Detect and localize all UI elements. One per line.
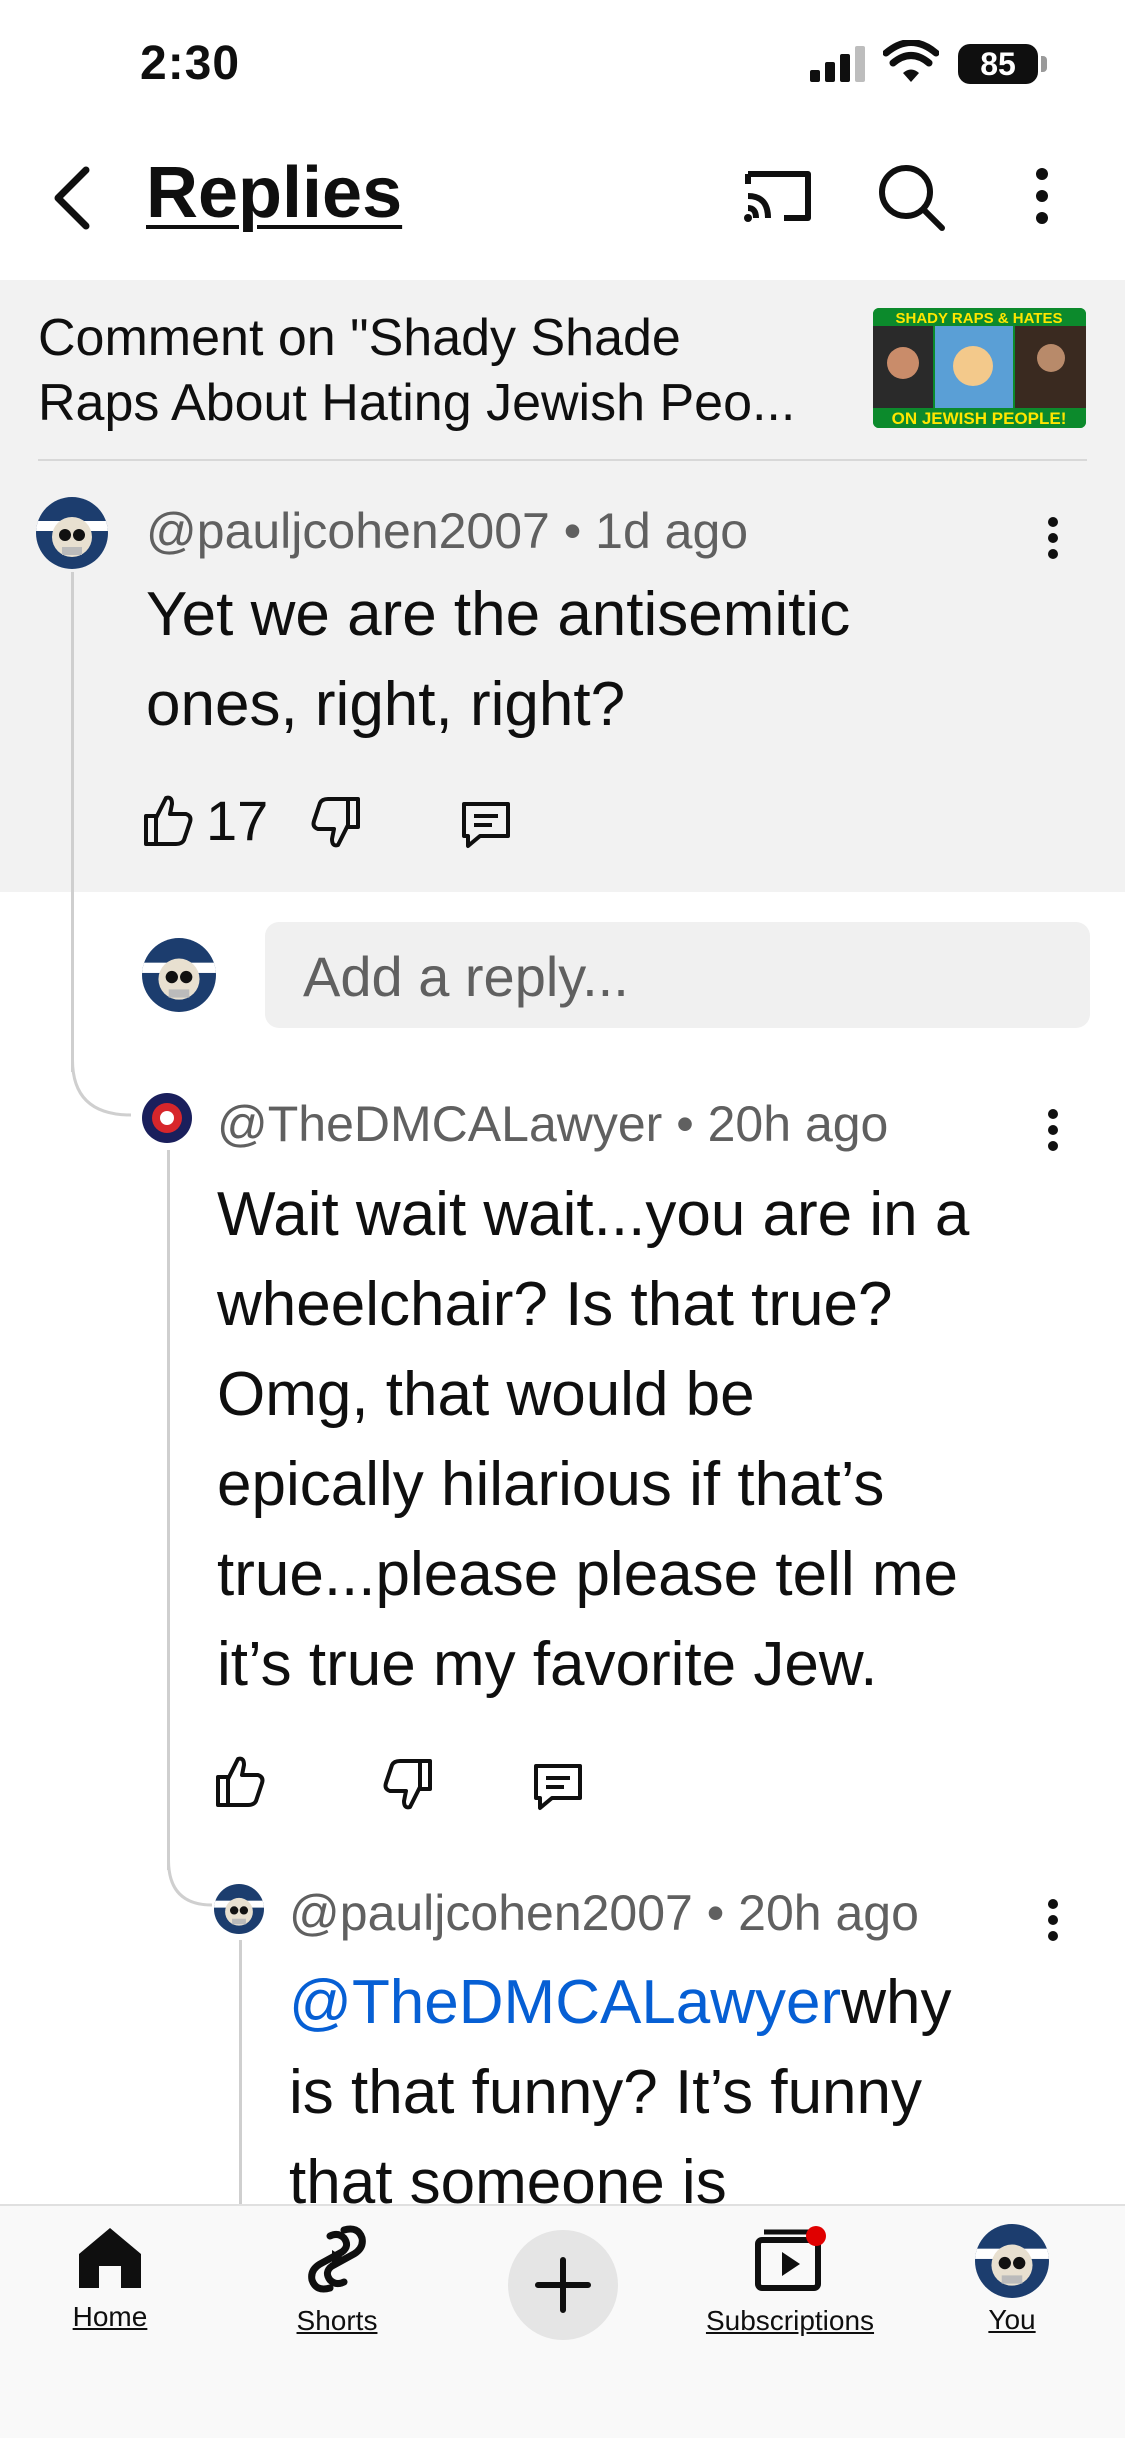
avatar[interactable]	[214, 1884, 264, 1934]
status-time: 2:30	[140, 37, 241, 90]
meta-separator: •	[676, 1096, 708, 1152]
thread-line	[239, 1940, 242, 2204]
comment-text: Yet we are the antisemitic ones, right, …	[146, 570, 1046, 750]
current-user-avatar[interactable]	[142, 938, 216, 1012]
page-title: Replies	[146, 153, 403, 233]
comment-text-fragment: why	[841, 1968, 952, 2037]
reply-icon[interactable]	[530, 1752, 586, 1822]
nav-shorts[interactable]: Shorts	[277, 2224, 397, 2337]
nav-label: Subscriptions	[705, 2305, 875, 2336]
add-reply-input[interactable]	[265, 922, 1085, 1030]
skull-avatar-icon	[142, 938, 216, 1012]
meta-separator: •	[706, 1885, 739, 1941]
like-count: 17	[206, 788, 269, 852]
add-reply-box[interactable]	[265, 922, 1090, 1030]
skull-avatar-icon	[975, 2224, 1049, 2298]
nav-label: You	[988, 2304, 1036, 2335]
comment-line: is that funny? It’s funny	[289, 2058, 923, 2127]
comment-line: epically hilarious if that’s	[217, 1450, 885, 1519]
comment-line: true...please please tell me	[217, 1540, 958, 1609]
battery-indicator: 85	[958, 44, 1038, 84]
parent-comment-section: Comment on "Shady Shade Raps About Hatin…	[0, 280, 1125, 892]
divider	[38, 459, 1087, 461]
meta-separator: •	[563, 503, 596, 559]
thread-line	[71, 572, 74, 1072]
avatar[interactable]	[142, 1093, 192, 1143]
mention-link[interactable]: @TheDMCALawyer	[289, 1968, 841, 2037]
create-icon	[535, 2257, 591, 2313]
back-icon[interactable]	[38, 158, 108, 238]
create-button[interactable]	[508, 2230, 618, 2340]
like-button[interactable]: 17	[142, 785, 268, 855]
more-vert-icon[interactable]	[1002, 156, 1082, 236]
you-avatar	[975, 2224, 1049, 2298]
battery-tip	[1041, 56, 1047, 72]
thumb-down-icon[interactable]	[382, 1750, 434, 1820]
status-bar: 2:30 85	[0, 0, 1125, 130]
thumbnail-text-top: SHADY RAPS & HATES	[896, 310, 1063, 327]
nav-label: Home	[72, 2301, 148, 2332]
skull-avatar-icon	[36, 497, 108, 569]
nav-you[interactable]: You	[962, 2224, 1062, 2336]
comment-meta: @pauljcohen2007 • 1d ago	[146, 502, 748, 560]
comment-line: wheelchair? Is that true?	[217, 1270, 893, 1339]
comment-text: @TheDMCALawyerwhy is that funny? It’s fu…	[289, 1958, 1109, 2228]
more-vert-icon[interactable]	[1038, 1100, 1068, 1160]
comment-time: 20h ago	[707, 1096, 889, 1152]
cast-icon[interactable]	[738, 156, 818, 236]
more-vert-icon[interactable]	[1038, 508, 1068, 568]
comment-meta: @TheDMCALawyer • 20h ago	[217, 1095, 888, 1153]
dmca-logo-avatar-icon	[142, 1093, 192, 1143]
thumb-up-icon	[144, 795, 193, 846]
thread-curve	[71, 1060, 132, 1117]
video-thumbnail[interactable]: SHADY RAPS & HATES ON JEWISH PEOPLE!	[873, 308, 1086, 428]
comment-line: Omg, that would be	[217, 1360, 755, 1429]
comment-author[interactable]: @TheDMCALawyer	[217, 1096, 662, 1152]
context-line-1: Comment on "Shady Shade	[38, 309, 681, 367]
more-vert-icon[interactable]	[1038, 1890, 1068, 1950]
subscriptions-icon	[755, 2226, 826, 2291]
home-icon	[79, 2228, 141, 2288]
nav-label: Shorts	[296, 2305, 378, 2336]
nav-subscriptions[interactable]: Subscriptions	[690, 2224, 890, 2337]
comment-line-1: Yet we are the antisemitic	[146, 580, 851, 649]
context-line-2: Raps About Hating Jewish Peo...	[38, 374, 796, 432]
comment-text: Wait wait wait...you are in a wheelchair…	[217, 1170, 1097, 1710]
comment-author[interactable]: @pauljcohen2007	[146, 503, 550, 559]
comment-time: 20h ago	[738, 1885, 919, 1941]
reply-icon[interactable]	[458, 790, 514, 860]
thumbnail-text-bottom: ON JEWISH PEOPLE!	[892, 409, 1067, 428]
shorts-icon	[308, 2225, 366, 2293]
comment-line-2: ones, right, right?	[146, 670, 626, 739]
comment-line: Wait wait wait...you are in a	[217, 1180, 970, 1249]
skull-avatar-icon	[214, 1884, 264, 1934]
top-app-bar: Replies	[0, 130, 1125, 280]
wifi-icon	[883, 40, 939, 82]
thumb-up-icon[interactable]	[214, 1746, 266, 1816]
cellular-signal-icon	[810, 46, 865, 82]
comment-author[interactable]: @pauljcohen2007	[289, 1885, 693, 1941]
bottom-nav: Home Shorts Subscriptions You	[0, 2204, 1125, 2438]
search-icon[interactable]	[870, 156, 950, 236]
thumb-down-icon[interactable]	[310, 788, 362, 858]
notification-dot	[806, 2226, 826, 2246]
comment-line: it’s true my favorite Jew.	[217, 1630, 878, 1699]
avatar[interactable]	[36, 497, 108, 569]
video-context[interactable]: Comment on "Shady Shade Raps About Hatin…	[38, 306, 858, 436]
comment-line: @TheDMCALawyerwhy	[289, 1958, 1109, 2048]
comment-time: 1d ago	[595, 503, 749, 559]
nav-home[interactable]: Home	[50, 2224, 170, 2333]
comment-meta: @pauljcohen2007 • 20h ago	[289, 1884, 919, 1942]
thread-line	[167, 1150, 170, 1870]
